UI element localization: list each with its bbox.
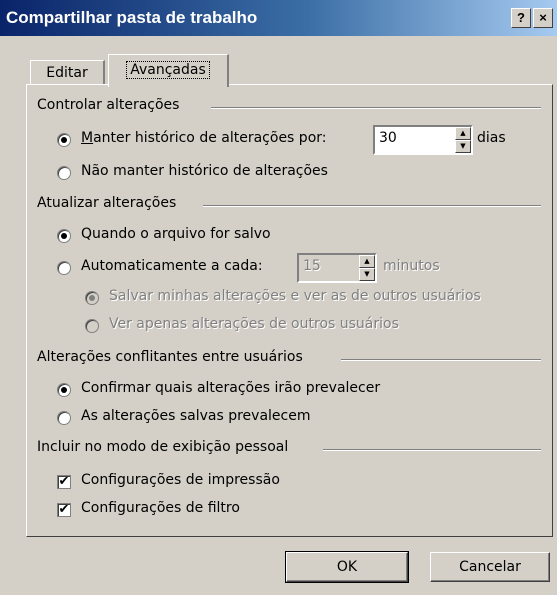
label-salvar-minhas: Salvar minhas alterações e ver as de out… bbox=[109, 288, 481, 304]
checkbox-filtro[interactable]: ✔ bbox=[57, 503, 71, 517]
label-salvas-prevalecem: As alterações salvas prevalecem bbox=[81, 408, 311, 424]
dias-label: dias bbox=[477, 130, 506, 146]
minutos-spinner[interactable]: 15 ▲ ▼ bbox=[297, 253, 377, 283]
radio-salvas-prevalecem[interactable] bbox=[57, 411, 71, 425]
label-manter-historico: Manter histórico de alterações por: bbox=[81, 130, 326, 146]
spin-up-icon[interactable]: ▲ bbox=[359, 255, 375, 268]
label-impressao: Configurações de impressão bbox=[81, 472, 280, 488]
title-bar[interactable]: Compartilhar pasta de trabalho ? × bbox=[0, 0, 557, 36]
group-title-controlar: Controlar alterações bbox=[37, 97, 180, 113]
close-button[interactable]: × bbox=[533, 8, 553, 28]
tab-avancadas[interactable]: Avançadas bbox=[108, 54, 229, 87]
group-divider bbox=[341, 359, 541, 361]
group-title-incluir: Incluir no modo de exibição pessoal bbox=[37, 439, 289, 455]
group-title-atualizar: Atualizar alterações bbox=[37, 195, 177, 211]
label-manter-historico-rest: anter histórico de alterações por: bbox=[93, 130, 327, 146]
radio-manter-historico[interactable] bbox=[57, 133, 71, 147]
tab-editar[interactable]: Editar bbox=[30, 60, 105, 85]
group-divider bbox=[323, 449, 541, 451]
tab-avancadas-label: Avançadas bbox=[126, 61, 210, 79]
group-divider bbox=[203, 205, 541, 207]
radio-quando-salvo[interactable] bbox=[57, 229, 71, 243]
dias-spinner[interactable]: 30 ▲ ▼ bbox=[373, 125, 473, 155]
minutos-value: 15 bbox=[303, 258, 321, 274]
dias-spin-buttons: ▲ ▼ bbox=[455, 127, 471, 153]
help-button[interactable]: ? bbox=[511, 8, 531, 28]
label-filtro: Configurações de filtro bbox=[81, 500, 240, 516]
spin-up-icon[interactable]: ▲ bbox=[455, 127, 471, 140]
radio-confirmar[interactable] bbox=[57, 383, 71, 397]
label-confirmar: Confirmar quais alterações irão prevalec… bbox=[81, 380, 381, 396]
label-automaticamente: Automaticamente a cada: bbox=[81, 258, 263, 274]
window-title: Compartilhar pasta de trabalho bbox=[6, 8, 258, 27]
label-quando-salvo: Quando o arquivo for salvo bbox=[81, 226, 271, 242]
minutos-spin-buttons: ▲ ▼ bbox=[359, 255, 375, 281]
ok-button[interactable]: OK bbox=[285, 551, 409, 583]
spin-down-icon[interactable]: ▼ bbox=[455, 140, 471, 153]
radio-salvar-minhas[interactable] bbox=[85, 291, 99, 305]
checkbox-impressao[interactable]: ✔ bbox=[57, 475, 71, 489]
tab-page-avancadas: Controlar alterações Manter histórico de… bbox=[26, 84, 553, 537]
accelerator-key: M bbox=[81, 130, 94, 146]
dias-value: 30 bbox=[379, 130, 397, 146]
spin-down-icon[interactable]: ▼ bbox=[359, 268, 375, 281]
group-title-conflitantes: Alterações conflitantes entre usuários bbox=[37, 349, 303, 365]
cancel-button[interactable]: Cancelar bbox=[430, 552, 550, 582]
label-ver-apenas: Ver apenas alterações de outros usuários bbox=[109, 316, 399, 332]
group-divider bbox=[211, 107, 541, 109]
radio-automaticamente[interactable] bbox=[57, 261, 71, 275]
minutos-label: minutos bbox=[383, 258, 440, 274]
radio-nao-manter[interactable] bbox=[57, 166, 71, 180]
share-workbook-dialog: Compartilhar pasta de trabalho ? × Edita… bbox=[0, 0, 557, 595]
label-nao-manter: Não manter histórico de alterações bbox=[81, 163, 328, 179]
radio-ver-apenas[interactable] bbox=[85, 319, 99, 333]
